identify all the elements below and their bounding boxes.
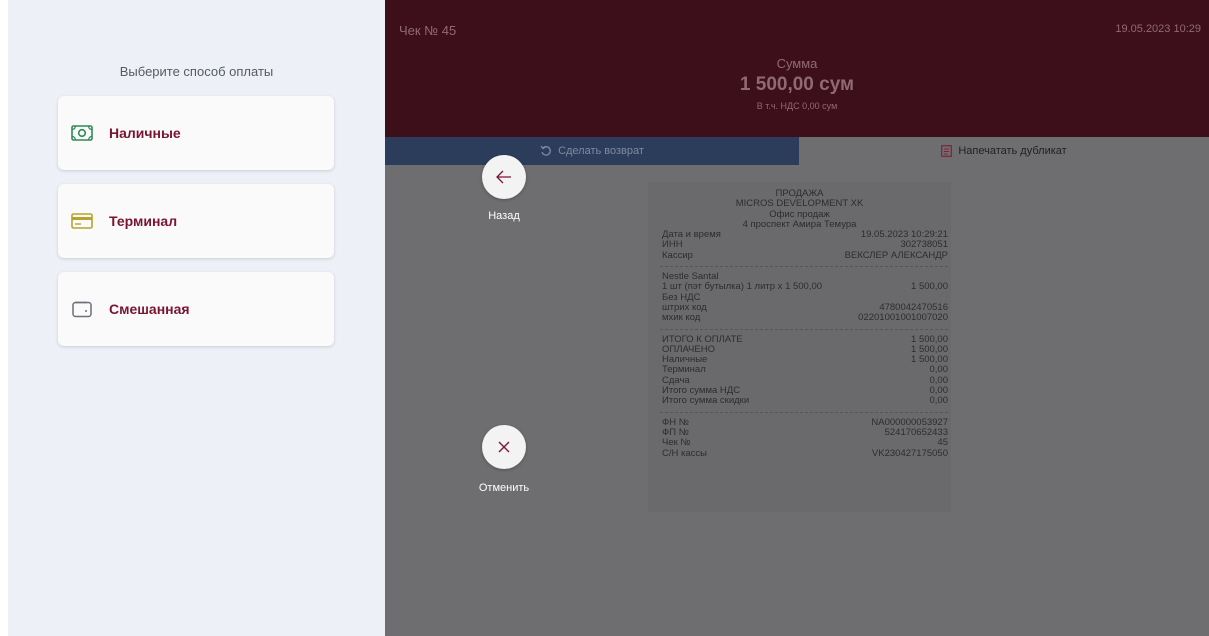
print-duplicate-label: Напечатать дубликат (958, 145, 1067, 157)
check-header: Чек № 45 19.05.2023 10:29 Сумма 1 500,00… (385, 0, 1209, 137)
mixed-payment-label: Смешанная (109, 301, 190, 317)
cash-payment-button[interactable]: Наличные (58, 96, 334, 170)
arrow-left-icon (495, 169, 513, 185)
payment-method-title: Выберите способ оплаты (119, 64, 274, 79)
receipt-fiscal-row: ФП № 524170652433 (662, 426, 948, 438)
close-icon (498, 441, 510, 453)
mixed-payment-button[interactable]: Смешанная (58, 272, 334, 346)
terminal-payment-button[interactable]: Терминал (58, 184, 334, 258)
cancel-button[interactable] (482, 425, 526, 469)
check-datetime: 19.05.2023 10:29 (1115, 23, 1201, 35)
print-duplicate-tab[interactable]: Напечатать дубликат (799, 137, 1209, 165)
receipt-divider (660, 328, 948, 330)
receipt-divider (660, 266, 948, 268)
refund-tab[interactable]: Сделать возврат (385, 137, 799, 165)
undo-icon (540, 145, 552, 157)
vat-value: В т.ч. НДС 0,00 сум (756, 101, 838, 111)
refund-tab-label: Сделать возврат (558, 145, 644, 157)
receipt-info-row: Кассир ВЕКСЛЕР АЛЕКСАНДР (662, 249, 948, 261)
check-number: Чек № 45 (399, 23, 457, 38)
back-button[interactable] (482, 155, 526, 199)
sum-value: 1 500,00 сум (739, 74, 855, 95)
document-icon (941, 145, 953, 157)
payment-method-panel: Выберите способ оплаты Наличные Терминал (8, 0, 385, 636)
cancel-label: Отменить (478, 482, 530, 494)
receipt-preview: ПРОДАЖА MICROS DEVELOPMENT XK Офис прода… (648, 182, 951, 512)
terminal-payment-label: Терминал (109, 213, 178, 229)
back-label: Назад (488, 210, 520, 222)
receipt-total-row: Терминал 0,00 (662, 364, 948, 376)
cash-icon (71, 124, 93, 142)
cash-payment-label: Наличные (109, 125, 181, 141)
receipt-area: Чек № 45 19.05.2023 10:29 Сумма 1 500,00… (385, 0, 1209, 636)
wallet-icon (71, 300, 93, 318)
receipt-fiscal-row: С/Н кассы VK230427175050 (662, 447, 948, 459)
card-terminal-icon (71, 212, 93, 230)
sum-label: Сумма (776, 56, 818, 71)
receipt-total-row: Итого сумма скидки 0,00 (662, 395, 948, 407)
receipt-code-row: мхик код 02201001001007020 (662, 312, 948, 324)
receipt-fiscal-row: Чек № 45 (662, 437, 948, 449)
receipt-divider (660, 411, 948, 413)
